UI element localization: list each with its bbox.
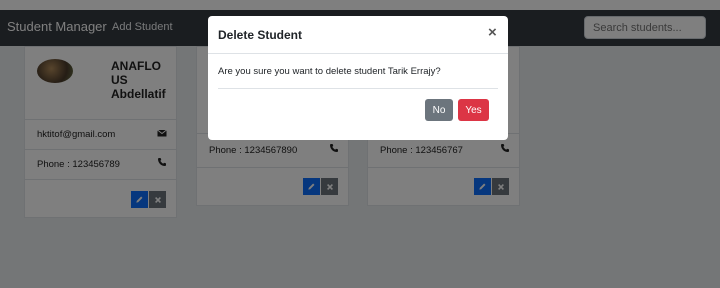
no-button[interactable]: No xyxy=(425,99,453,121)
modal-message: Are you sure you want to delete student … xyxy=(218,66,441,77)
delete-student-modal: Delete Student × Are you sure you want t… xyxy=(208,16,508,140)
modal-title: Delete Student xyxy=(218,28,303,42)
close-icon[interactable]: × xyxy=(488,25,497,41)
yes-button[interactable]: Yes xyxy=(458,99,489,121)
